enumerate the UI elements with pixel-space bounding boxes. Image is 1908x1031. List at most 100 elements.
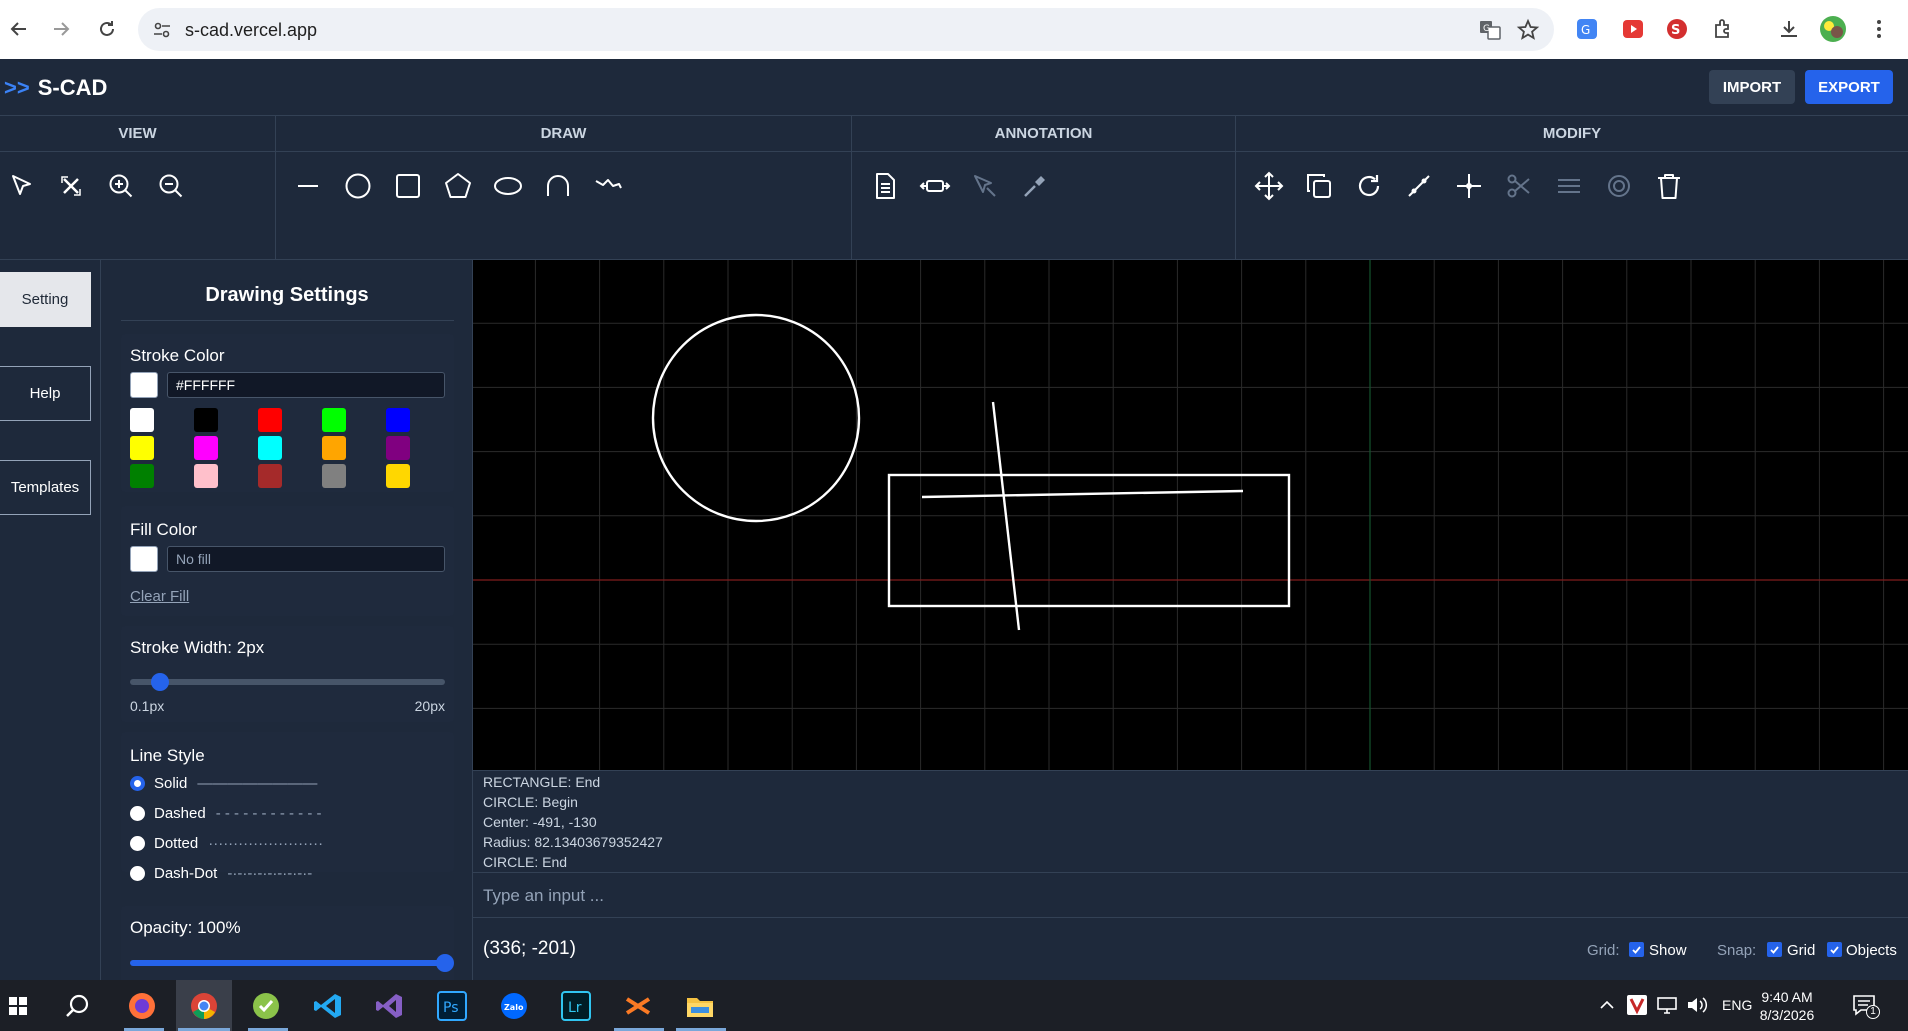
firefox-icon[interactable]: [124, 988, 160, 1024]
drawing-canvas[interactable]: [473, 260, 1908, 770]
translate-icon[interactable]: G: [1478, 18, 1502, 42]
palette-swatch[interactable]: [194, 436, 218, 460]
import-button[interactable]: IMPORT: [1709, 70, 1795, 104]
fill-color-swatch[interactable]: [130, 546, 158, 572]
opacity-thumb[interactable]: [436, 954, 454, 972]
radio-solid[interactable]: [130, 775, 145, 791]
command-input-bar[interactable]: Type an input ...: [473, 872, 1908, 918]
delete-icon[interactable]: [1649, 166, 1689, 206]
palette-swatch[interactable]: [386, 408, 410, 432]
line-style-dashdot[interactable]: Dash-Dot -·-·-·-·-·-·-·-·-: [130, 862, 312, 884]
leader-icon[interactable]: [965, 166, 1005, 206]
drawn-line-horizontal[interactable]: [921, 489, 1244, 499]
stroke-color-swatch[interactable]: [130, 372, 158, 398]
fill-color-input[interactable]: No fill: [167, 546, 445, 572]
pin-icon[interactable]: [1015, 166, 1055, 206]
notification-icon[interactable]: 1: [1852, 993, 1880, 1019]
palette-swatch[interactable]: [258, 408, 282, 432]
radio-dashed[interactable]: [130, 805, 145, 821]
radio-dashdot[interactable]: [130, 865, 145, 881]
text-icon[interactable]: [865, 166, 905, 206]
stroke-color-input[interactable]: #FFFFFF: [167, 372, 445, 398]
command-input[interactable]: Type an input ...: [483, 886, 604, 906]
zalo-icon[interactable]: Zalo: [496, 988, 532, 1024]
stroke-width-thumb[interactable]: [151, 673, 170, 691]
palette-swatch[interactable]: [194, 408, 218, 432]
opacity-slider[interactable]: [130, 960, 445, 966]
snap-grid-checkbox[interactable]: [1767, 942, 1782, 957]
xampp-icon[interactable]: [620, 988, 656, 1024]
windows-start-icon[interactable]: [0, 988, 36, 1024]
seo-ext-icon[interactable]: S: [1662, 14, 1692, 44]
palette-swatch[interactable]: [194, 464, 218, 488]
palette-swatch[interactable]: [322, 436, 346, 460]
back-arrow-icon[interactable]: [0, 10, 38, 48]
drawn-circle[interactable]: [651, 313, 861, 523]
palette-swatch[interactable]: [130, 408, 154, 432]
palette-swatch[interactable]: [322, 464, 346, 488]
forward-arrow-icon[interactable]: [42, 10, 80, 48]
line-style-dashed[interactable]: Dashed - - - - - - - - - - - -: [130, 802, 322, 824]
clear-fill-link[interactable]: Clear Fill: [130, 588, 189, 605]
palette-swatch[interactable]: [130, 464, 154, 488]
line-style-dotted[interactable]: Dotted ·······················: [130, 832, 323, 854]
visual-studio-icon[interactable]: [372, 988, 408, 1024]
palette-swatch[interactable]: [258, 436, 282, 460]
palette-swatch[interactable]: [130, 436, 154, 460]
line-style-solid[interactable]: Solid ————————: [130, 772, 317, 794]
trim-icon[interactable]: [1399, 166, 1439, 206]
menu-kebab-icon[interactable]: [1864, 14, 1894, 44]
snap-objects-checkbox[interactable]: [1827, 942, 1842, 957]
grid-show-checkbox[interactable]: [1629, 942, 1644, 957]
chrome-icon[interactable]: [186, 988, 222, 1024]
file-explorer-icon[interactable]: [682, 988, 718, 1024]
tab-setting[interactable]: Setting: [0, 272, 91, 327]
export-button[interactable]: EXPORT: [1805, 70, 1893, 104]
polygon-icon[interactable]: [438, 166, 478, 206]
line-icon[interactable]: [288, 166, 328, 206]
extensions-icon[interactable]: [1708, 14, 1738, 44]
antivirus-tray-icon[interactable]: [1626, 994, 1648, 1016]
palette-swatch[interactable]: [258, 464, 282, 488]
palette-swatch[interactable]: [386, 436, 410, 460]
star-icon[interactable]: [1516, 18, 1540, 42]
move-icon[interactable]: [1249, 166, 1289, 206]
network-icon[interactable]: [1656, 995, 1678, 1015]
copy-icon[interactable]: [1299, 166, 1339, 206]
polyline-icon[interactable]: [588, 166, 628, 206]
select-icon[interactable]: [2, 166, 42, 206]
download-icon[interactable]: [1774, 14, 1804, 44]
deselect-icon[interactable]: [51, 166, 91, 206]
arc-icon[interactable]: [538, 166, 578, 206]
rotate-icon[interactable]: [1349, 166, 1389, 206]
radio-dotted[interactable]: [130, 835, 145, 851]
google-translate-ext-icon[interactable]: G: [1572, 14, 1602, 44]
palette-swatch[interactable]: [386, 464, 410, 488]
tab-help[interactable]: Help: [0, 366, 91, 421]
fillet-icon[interactable]: [1599, 166, 1639, 206]
app-icon[interactable]: [248, 988, 284, 1024]
zoom-out-icon[interactable]: [151, 166, 191, 206]
zoom-in-icon[interactable]: [101, 166, 141, 206]
vscode-icon[interactable]: [310, 988, 346, 1024]
dimension-icon[interactable]: [915, 166, 955, 206]
palette-swatch[interactable]: [322, 408, 346, 432]
canvas-svg[interactable]: [473, 260, 1908, 770]
site-settings-icon[interactable]: [152, 20, 172, 40]
stroke-width-slider[interactable]: [130, 679, 445, 685]
address-bar[interactable]: s-cad.vercel.app G: [138, 8, 1554, 51]
reload-icon[interactable]: [88, 10, 126, 48]
photoshop-icon[interactable]: Ps: [434, 988, 470, 1024]
search-icon[interactable]: [60, 988, 96, 1024]
offset-icon[interactable]: [1549, 166, 1589, 206]
url-text[interactable]: s-cad.vercel.app: [185, 20, 317, 41]
extend-icon[interactable]: [1449, 166, 1489, 206]
chevron-up-icon[interactable]: [1598, 996, 1616, 1014]
rectangle-icon[interactable]: [388, 166, 428, 206]
cut-icon[interactable]: [1499, 166, 1539, 206]
language-indicator[interactable]: ENG: [1722, 997, 1752, 1013]
system-clock[interactable]: 9:40 AM 8/3/2026: [1752, 988, 1822, 1024]
volume-icon[interactable]: [1686, 995, 1708, 1015]
lightroom-icon[interactable]: Lr: [558, 988, 594, 1024]
circle-icon[interactable]: [338, 166, 378, 206]
